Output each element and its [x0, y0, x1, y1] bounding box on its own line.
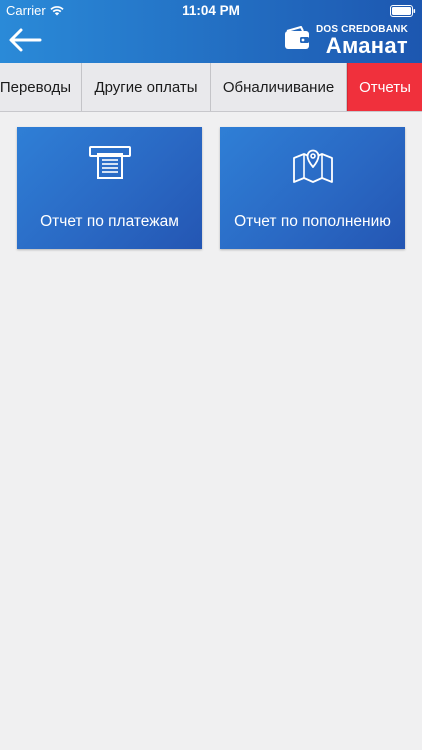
- atm-cash-icon: [17, 145, 202, 181]
- back-button[interactable]: [8, 27, 44, 57]
- arrow-left-icon: [8, 28, 42, 57]
- map-pin-icon: [220, 145, 405, 185]
- payments-report-label: Отчет по платежам: [40, 213, 179, 230]
- status-time: 11:04 PM: [182, 3, 240, 18]
- payments-report-card[interactable]: Отчет по платежам: [17, 127, 202, 249]
- topup-report-label: Отчет по пополнению: [234, 213, 391, 230]
- status-bar: Carrier 11:04 PM: [0, 0, 422, 20]
- tab-otchety[interactable]: Отчеты: [347, 63, 422, 111]
- app-header: Carrier 11:04 PM DOS CREDOBANK Аманат: [0, 0, 422, 63]
- battery-icon: [390, 5, 416, 20]
- wallet-icon: [284, 25, 310, 55]
- brand-title: Аманат: [325, 32, 408, 58]
- tab-drugie-oplaty[interactable]: Другие оплаты: [82, 63, 211, 111]
- topup-report-card[interactable]: Отчет по пополнению: [220, 127, 405, 249]
- tab-perevody[interactable]: Переводы: [0, 63, 82, 111]
- tab-obnalichivanie[interactable]: Обналичивание: [211, 63, 347, 111]
- brand-logo-block: DOS CREDOBANK Аманат: [284, 22, 408, 58]
- tab-bar: Переводы Другие оплаты Обналичивание Отч…: [0, 63, 422, 112]
